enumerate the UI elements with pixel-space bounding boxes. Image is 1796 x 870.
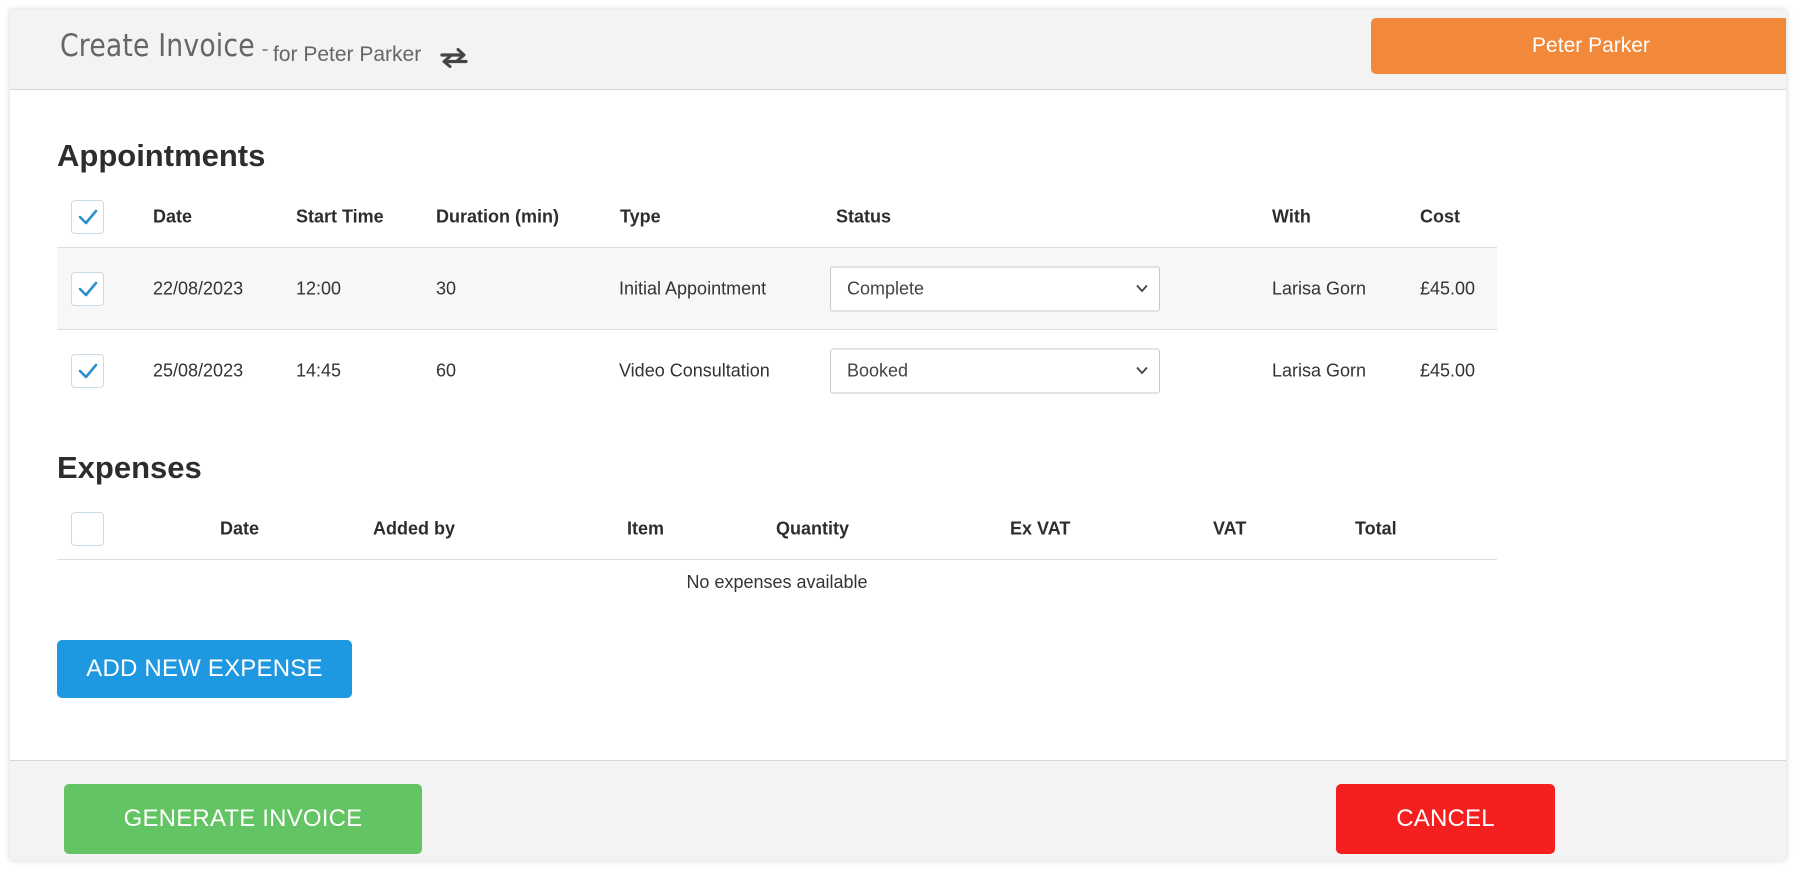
checkmark-icon — [78, 281, 97, 296]
column-header-item[interactable]: Item — [627, 518, 664, 539]
appointment-row: 25/08/2023 14:45 60 Video Consultation B… — [57, 330, 1497, 412]
empty-expenses-message: No expenses available — [686, 572, 868, 592]
column-header-date[interactable]: Date — [220, 518, 259, 539]
cancel-button[interactable]: CANCEL — [1336, 784, 1555, 854]
appointments-header-row: Date Start Time Duration (min) Type Stat… — [57, 186, 1497, 248]
title-separator: - — [261, 37, 269, 62]
appointment-cost: £45.00 — [1420, 360, 1476, 381]
status-value: Booked — [847, 360, 909, 381]
swap-arrows-icon[interactable] — [440, 48, 468, 68]
expenses-heading: Expenses — [57, 450, 202, 485]
expenses-table: Date Added by Item Quantity Ex VAT VAT T… — [57, 498, 1497, 600]
appointment-status-select[interactable]: Booked — [830, 348, 1160, 394]
appointment-date-link[interactable]: 22/08/2023 — [153, 278, 243, 299]
appointment-checkbox[interactable] — [71, 354, 104, 388]
appointment-duration: 60 — [436, 360, 457, 381]
add-new-expense-button[interactable]: ADD NEW EXPENSE — [57, 640, 352, 698]
appointment-start-time: 14:45 — [296, 360, 342, 381]
client-subtitle: for Peter Parker — [273, 43, 422, 66]
column-header-added-by[interactable]: Added by — [373, 518, 455, 539]
appointment-type: Video Consultation — [619, 360, 770, 381]
appointment-checkbox[interactable] — [71, 271, 104, 306]
column-header-status[interactable]: Status — [836, 206, 891, 227]
generate-invoice-button[interactable]: GENERATE INVOICE — [64, 784, 422, 854]
column-header-start-time[interactable]: Start Time — [296, 206, 384, 227]
column-header-total[interactable]: Total — [1355, 518, 1397, 539]
appointment-type: Initial Appointment — [619, 278, 767, 298]
checkmark-icon — [78, 363, 97, 379]
appointment-cost: £45.00 — [1420, 278, 1476, 298]
appointment-start-time: 12:00 — [296, 278, 342, 298]
column-header-vat[interactable]: VAT — [1213, 518, 1246, 539]
column-header-ex-vat[interactable]: Ex VAT — [1010, 518, 1070, 539]
dialog-header: Create Invoice - for Peter Parker Peter P… — [10, 10, 1786, 90]
appointment-status-select[interactable]: Complete — [830, 266, 1160, 311]
client-button[interactable]: Peter Parker — [1371, 18, 1786, 74]
chevron-down-icon — [1136, 366, 1148, 375]
appointment-duration: 30 — [436, 278, 457, 298]
column-header-type[interactable]: Type — [620, 206, 661, 227]
select-all-appointments-checkbox[interactable] — [71, 199, 104, 234]
page-title: Create Invoice - — [60, 28, 269, 64]
appointment-date-link[interactable]: 25/08/2023 — [153, 361, 243, 382]
appointment-practitioner: Larisa Gorn — [1272, 278, 1367, 298]
expenses-header-row: Date Added by Item Quantity Ex VAT VAT T… — [57, 498, 1497, 560]
checkmark-icon — [78, 209, 97, 224]
column-header-date[interactable]: Date — [153, 206, 192, 227]
appointment-practitioner: Larisa Gorn — [1272, 360, 1367, 381]
appointments-table: Date Start Time Duration (min) Type Stat… — [57, 186, 1497, 412]
dialog-footer: GENERATE INVOICE CANCEL — [10, 760, 1786, 860]
appointment-row: 22/08/2023 12:00 30 Initial Appointment … — [57, 248, 1497, 330]
title-text: Create Invoice — [60, 28, 255, 64]
appointments-heading: Appointments — [57, 138, 266, 173]
chevron-down-icon — [1136, 284, 1148, 292]
column-header-cost[interactable]: Cost — [1420, 206, 1460, 227]
status-value: Complete — [847, 278, 925, 298]
select-all-expenses-checkbox[interactable] — [71, 511, 104, 546]
column-header-with[interactable]: With — [1272, 206, 1311, 227]
create-invoice-dialog: Create Invoice - for Peter Parker Peter P… — [10, 10, 1786, 860]
column-header-quantity[interactable]: Quantity — [776, 518, 849, 539]
column-header-duration[interactable]: Duration (min) — [436, 206, 559, 227]
